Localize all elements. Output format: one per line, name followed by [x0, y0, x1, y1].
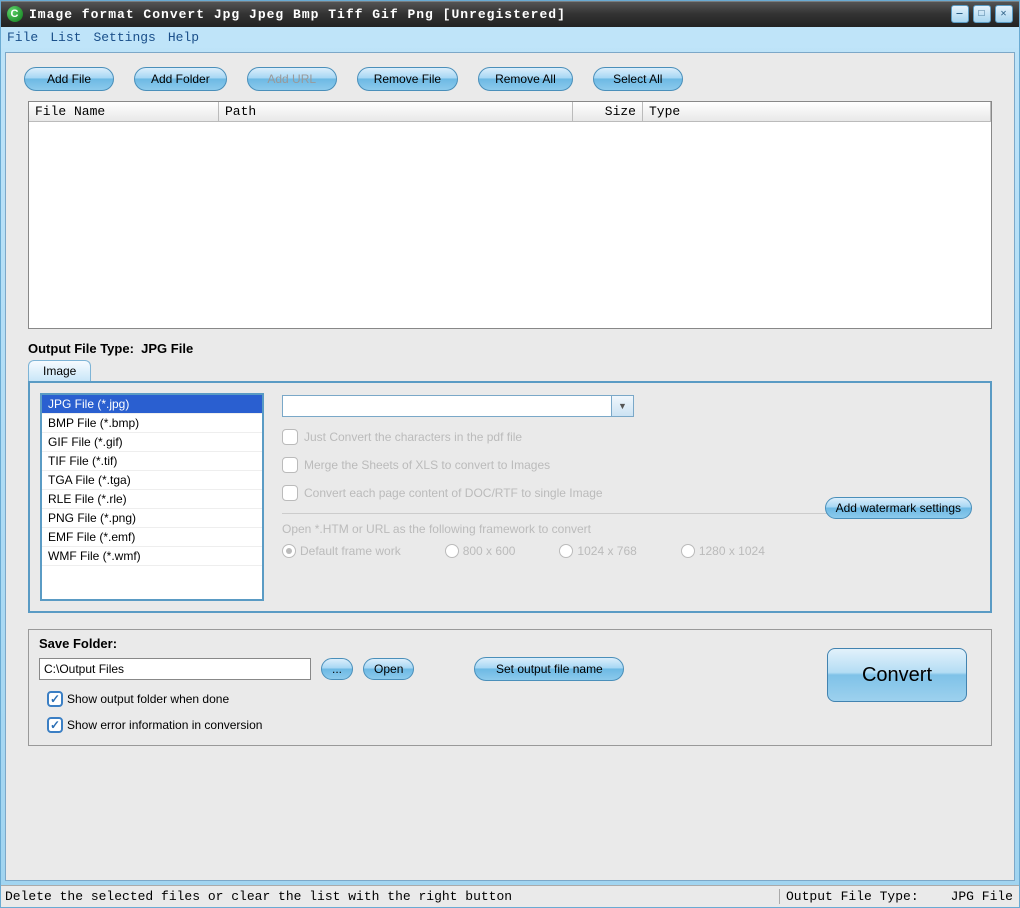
options-combo-dropdown[interactable]: ▼	[612, 395, 634, 417]
opt-pdf-chars-label: Just Convert the characters in the pdf f…	[304, 430, 522, 444]
app-window: C Image format Convert Jpg Jpeg Bmp Tiff…	[0, 0, 1020, 908]
opt-doc-pages-label: Convert each page content of DOC/RTF to …	[304, 486, 603, 500]
window-title: Image format Convert Jpg Jpeg Bmp Tiff G…	[29, 7, 951, 22]
format-item-tif[interactable]: TIF File (*.tif)	[42, 452, 262, 471]
opt-xls-merge-label: Merge the Sheets of XLS to convert to Im…	[304, 458, 550, 472]
frame-1024: 1024 x 768	[559, 544, 636, 558]
select-all-button[interactable]: Select All	[593, 67, 683, 91]
checkbox-checked-icon: ✓	[47, 717, 63, 733]
format-item-jpg[interactable]: JPG File (*.jpg)	[42, 395, 262, 414]
radio-icon	[559, 544, 573, 558]
options-column: ▼ Just Convert the characters in the pdf…	[282, 393, 980, 601]
checkbox-icon	[282, 429, 298, 445]
menu-settings[interactable]: Settings	[93, 30, 155, 45]
maximize-button[interactable]: □	[973, 5, 991, 23]
file-list-table[interactable]: File Name Path Size Type	[28, 101, 992, 329]
col-type[interactable]: Type	[643, 102, 991, 122]
browse-button[interactable]: ...	[321, 658, 353, 680]
radio-icon	[445, 544, 459, 558]
show-errors-label: Show error information in conversion	[67, 718, 262, 732]
format-item-bmp[interactable]: BMP File (*.bmp)	[42, 414, 262, 433]
frame-1280: 1280 x 1024	[681, 544, 765, 558]
opt-pdf-chars: Just Convert the characters in the pdf f…	[282, 429, 980, 445]
menubar: File List Settings Help	[1, 27, 1019, 48]
add-folder-button[interactable]: Add Folder	[134, 67, 227, 91]
status-output-type: Output File Type: JPG File	[779, 889, 1019, 904]
save-folder-input[interactable]	[39, 658, 311, 680]
col-size[interactable]: Size	[573, 102, 643, 122]
format-item-wmf[interactable]: WMF File (*.wmf)	[42, 547, 262, 566]
format-item-gif[interactable]: GIF File (*.gif)	[42, 433, 262, 452]
save-folder-panel: Save Folder: ... Open Set output file na…	[28, 629, 992, 746]
file-list-header: File Name Path Size Type	[29, 102, 991, 122]
checkbox-icon	[282, 485, 298, 501]
tab-strip: Image	[28, 360, 992, 381]
options-combo: ▼	[282, 395, 634, 417]
open-folder-button[interactable]: Open	[363, 658, 414, 680]
radio-icon	[282, 544, 296, 558]
format-item-png[interactable]: PNG File (*.png)	[42, 509, 262, 528]
options-combo-input[interactable]	[282, 395, 612, 417]
format-list[interactable]: JPG File (*.jpg) BMP File (*.bmp) GIF Fi…	[40, 393, 264, 601]
frame-section: Open *.HTM or URL as the following frame…	[282, 513, 970, 558]
frame-800: 800 x 600	[445, 544, 516, 558]
set-output-name-button[interactable]: Set output file name	[474, 657, 624, 681]
titlebar: C Image format Convert Jpg Jpeg Bmp Tiff…	[1, 1, 1019, 27]
show-output-folder-label: Show output folder when done	[67, 692, 229, 706]
opt-xls-merge: Merge the Sheets of XLS to convert to Im…	[282, 457, 980, 473]
menu-list[interactable]: List	[50, 30, 81, 45]
tab-image[interactable]: Image	[28, 360, 91, 381]
app-icon: C	[7, 6, 23, 22]
add-watermark-button[interactable]: Add watermark settings	[825, 497, 972, 519]
add-file-button[interactable]: Add File	[24, 67, 114, 91]
frame-label: Open *.HTM or URL as the following frame…	[282, 522, 970, 536]
format-item-emf[interactable]: EMF File (*.emf)	[42, 528, 262, 547]
window-controls: — □ ✕	[951, 5, 1013, 23]
frame-default: Default frame work	[282, 544, 401, 558]
remove-all-button[interactable]: Remove All	[478, 67, 573, 91]
show-errors-checkbox[interactable]: ✓ Show error information in conversion	[47, 717, 981, 733]
close-button[interactable]: ✕	[995, 5, 1013, 23]
format-item-tga[interactable]: TGA File (*.tga)	[42, 471, 262, 490]
menu-file[interactable]: File	[7, 30, 38, 45]
output-type-label: Output File Type: JPG File	[28, 341, 992, 356]
toolbar: Add File Add Folder Add URL Remove File …	[6, 53, 1014, 101]
minimize-button[interactable]: —	[951, 5, 969, 23]
menu-help[interactable]: Help	[168, 30, 199, 45]
remove-file-button[interactable]: Remove File	[357, 67, 458, 91]
checkbox-icon	[282, 457, 298, 473]
col-file-name[interactable]: File Name	[29, 102, 219, 122]
add-url-button: Add URL	[247, 67, 337, 91]
convert-button[interactable]: Convert	[827, 648, 967, 702]
format-item-rle[interactable]: RLE File (*.rle)	[42, 490, 262, 509]
image-tab-panel: JPG File (*.jpg) BMP File (*.bmp) GIF Fi…	[28, 381, 992, 613]
statusbar: Delete the selected files or clear the l…	[1, 885, 1019, 907]
col-path[interactable]: Path	[219, 102, 573, 122]
checkbox-checked-icon: ✓	[47, 691, 63, 707]
status-hint: Delete the selected files or clear the l…	[1, 889, 779, 904]
content-area: Add File Add Folder Add URL Remove File …	[5, 52, 1015, 881]
radio-icon	[681, 544, 695, 558]
